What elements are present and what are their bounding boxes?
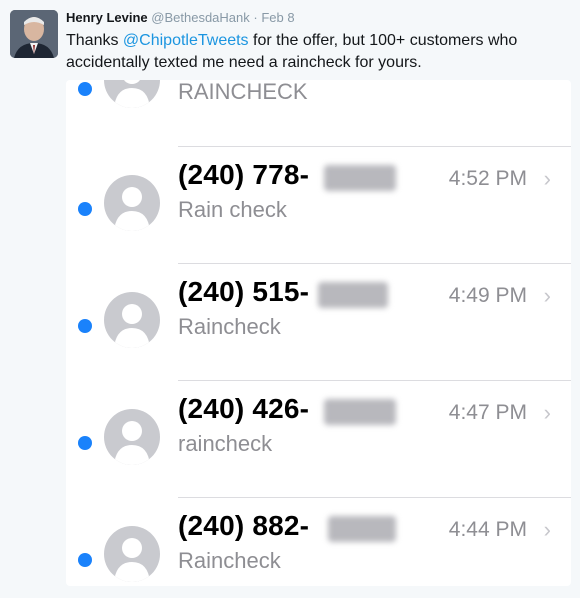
mention-link[interactable]: @ChipotleTweets	[123, 32, 249, 49]
message-row[interactable]: (240) 778- Rain check 4:52 PM ›	[66, 147, 571, 264]
unread-dot-icon	[78, 436, 92, 450]
contact-avatar-icon	[104, 526, 160, 582]
message-row[interactable]: (240) 882- Raincheck 4:44 PM ›	[66, 498, 571, 586]
chevron-right-icon[interactable]: ›	[544, 400, 551, 426]
contact-avatar-icon	[104, 409, 160, 465]
message-preview: Rain check	[178, 197, 287, 222]
redacted-digits	[324, 399, 396, 425]
message-row[interactable]: RAINCHECK	[66, 80, 571, 109]
separator: ·	[253, 10, 258, 25]
message-preview: Raincheck	[178, 314, 281, 339]
contact-avatar-icon	[104, 292, 160, 348]
unread-dot-icon	[78, 82, 92, 96]
message-time: 4:47 PM	[448, 401, 527, 424]
tweet-date[interactable]: Feb 8	[261, 10, 294, 25]
author-photo	[10, 10, 58, 58]
chevron-right-icon[interactable]: ›	[544, 517, 551, 543]
sender-phone: (240) 882-	[178, 510, 310, 541]
sender-phone: (240) 426-	[178, 393, 310, 424]
sender-phone: (240) 778-	[178, 159, 310, 190]
message-time: 4:52 PM	[448, 167, 527, 190]
chevron-right-icon[interactable]: ›	[544, 283, 551, 309]
contact-avatar-icon	[104, 175, 160, 231]
tweet[interactable]: Henry Levine @BethesdaHank · Feb 8 Thank…	[0, 0, 580, 598]
message-row[interactable]: (240) 515- Raincheck 4:49 PM ›	[66, 264, 571, 381]
redacted-digits	[318, 282, 388, 308]
unread-dot-icon	[78, 319, 92, 333]
sender-phone: (240) 515-	[178, 276, 310, 307]
author-handle[interactable]: @BethesdaHank	[151, 10, 249, 25]
message-preview: Raincheck	[178, 548, 281, 573]
message-time: 4:44 PM	[448, 518, 527, 541]
message-row[interactable]: (240) 426- raincheck 4:47 PM ›	[66, 381, 571, 498]
tweet-header: Henry Levine @BethesdaHank · Feb 8	[66, 10, 295, 26]
chevron-right-icon[interactable]: ›	[544, 166, 551, 192]
message-preview: RAINCHECK	[178, 80, 308, 104]
message-preview: raincheck	[178, 431, 273, 456]
redacted-digits	[324, 165, 396, 191]
message-time: 4:49 PM	[448, 284, 527, 307]
redacted-digits	[328, 516, 396, 542]
unread-dot-icon	[78, 202, 92, 216]
contact-avatar-icon	[104, 80, 160, 108]
author-name[interactable]: Henry Levine	[66, 10, 148, 25]
unread-dot-icon	[78, 553, 92, 567]
tweet-text: Thanks @ChipotleTweets for the offer, bu…	[66, 30, 566, 74]
tweet-text-before: Thanks	[66, 32, 123, 49]
attached-screenshot[interactable]: RAINCHECK (240) 778- Rain check 4:52 PM …	[66, 80, 571, 586]
author-avatar[interactable]	[10, 10, 58, 58]
